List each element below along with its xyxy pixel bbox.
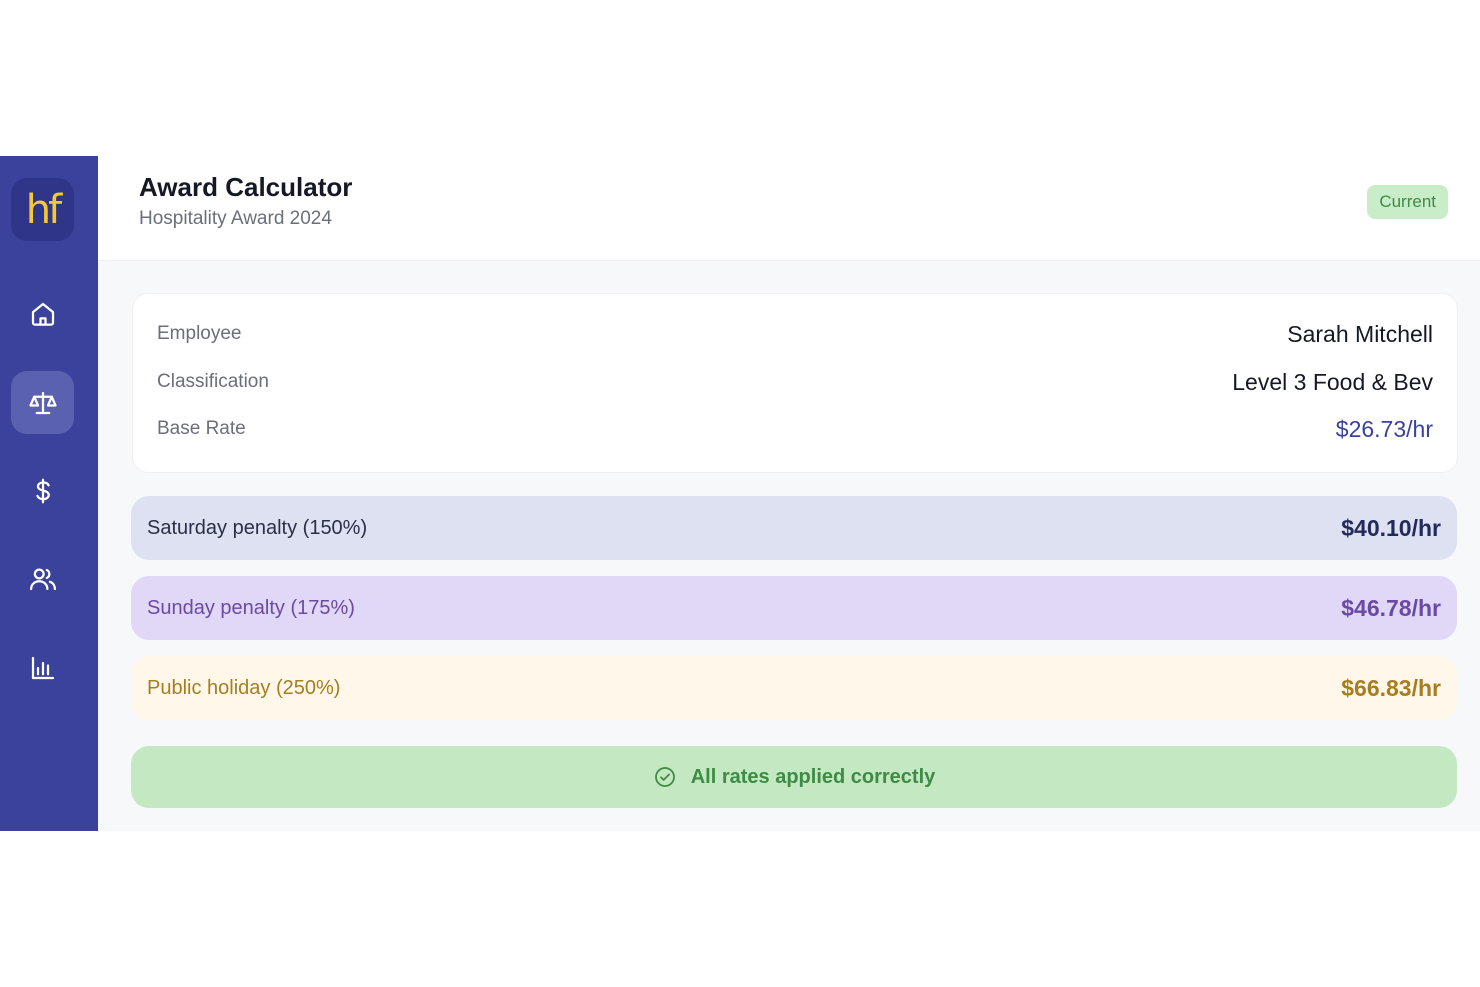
- classification-label: Classification: [157, 371, 269, 392]
- public-holiday-value: $66.83/hr: [1341, 674, 1441, 701]
- main-content: Award Calculator Hospitality Award 2024 …: [98, 156, 1480, 831]
- sidebar-item-staff[interactable]: [11, 547, 74, 610]
- saturday-penalty-value: $40.10/hr: [1341, 514, 1441, 541]
- check-circle-icon: [654, 767, 675, 787]
- sidebar-item-pay[interactable]: [11, 459, 74, 522]
- page-header: Award Calculator Hospitality Award 2024 …: [98, 156, 1480, 261]
- status-badge: Current: [1367, 185, 1448, 219]
- classification-row: Classification Level 3 Food & Bev: [157, 362, 1433, 402]
- public-holiday-row: Public holiday (250%) $66.83/hr: [131, 656, 1457, 720]
- home-icon: [31, 302, 54, 326]
- users-icon: [29, 568, 56, 590]
- base-rate-row: Base Rate $26.73/hr: [157, 409, 1433, 449]
- sunday-penalty-label: Sunday penalty (175%): [147, 596, 355, 619]
- sidebar-item-reports[interactable]: [11, 636, 74, 699]
- scale-icon: [28, 391, 57, 414]
- app-window: hf Award Calculator Hospitality Award 20…: [0, 156, 1480, 831]
- employee-label: Employee: [157, 323, 242, 344]
- base-rate-label: Base Rate: [157, 418, 246, 439]
- sidebar-item-awards[interactable]: [11, 371, 74, 434]
- base-rate-value: $26.73/hr: [1335, 415, 1433, 442]
- employee-row: Employee Sarah Mitchell: [157, 314, 1433, 354]
- page-subtitle: Hospitality Award 2024: [139, 208, 332, 229]
- public-holiday-label: Public holiday (250%): [147, 676, 341, 699]
- classification-value: Level 3 Food & Bev: [1232, 368, 1433, 395]
- validation-status-banner: All rates applied correctly: [131, 746, 1457, 808]
- sidebar-item-home[interactable]: [11, 282, 74, 345]
- saturday-penalty-row: Saturday penalty (150%) $40.10/hr: [131, 496, 1457, 560]
- bar-chart-icon: [31, 656, 54, 679]
- dollar-icon: [35, 478, 50, 503]
- validation-status-text: All rates applied correctly: [690, 765, 936, 788]
- employee-info-card: Employee Sarah Mitchell Classification L…: [132, 293, 1458, 473]
- saturday-penalty-label: Saturday penalty (150%): [147, 516, 368, 539]
- employee-value: Sarah Mitchell: [1287, 320, 1433, 347]
- sidebar: hf: [0, 156, 98, 831]
- page-title: Award Calculator: [139, 172, 353, 202]
- sunday-penalty-value: $46.78/hr: [1341, 594, 1441, 621]
- sunday-penalty-row: Sunday penalty (175%) $46.78/hr: [131, 576, 1457, 640]
- brand-logo[interactable]: hf: [11, 178, 74, 241]
